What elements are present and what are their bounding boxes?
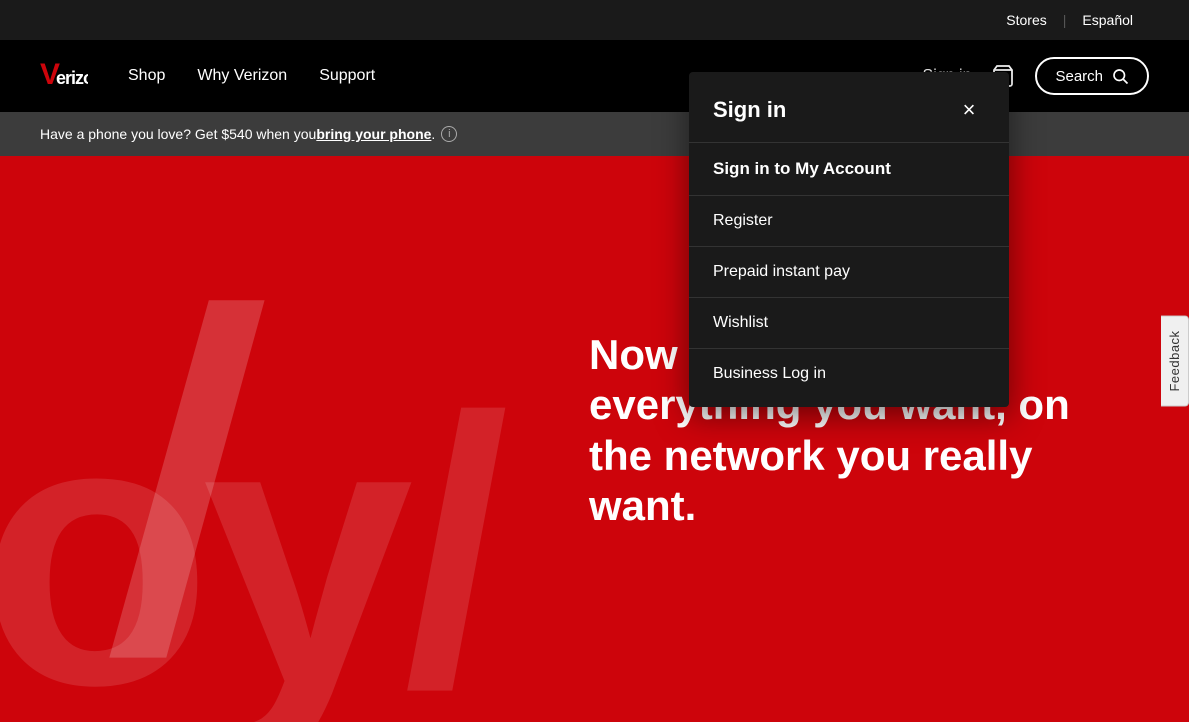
signin-close-button[interactable]: ×: [953, 94, 985, 126]
promo-link[interactable]: bring your phone: [316, 126, 431, 142]
menu-item-wishlist: Wishlist: [689, 297, 1009, 348]
feedback-tab-container: Feedback: [1161, 315, 1189, 406]
search-label: Search: [1055, 68, 1103, 85]
hero-section: oy/ / Now you can have everything you wa…: [0, 156, 1189, 722]
promo-banner: Have a phone you love? Get $540 when you…: [0, 112, 1189, 156]
prepaid-link[interactable]: Prepaid instant pay: [689, 247, 1009, 297]
register-link[interactable]: Register: [689, 196, 1009, 246]
menu-item-signin: Sign in to My Account: [689, 142, 1009, 195]
utility-bar: Stores | Español: [0, 0, 1189, 40]
signin-dropdown-header: Sign in ×: [689, 72, 1009, 142]
main-nav: V erizon Shop Why Verizon Support Sign i…: [0, 40, 1189, 112]
search-icon: [1111, 67, 1129, 85]
language-link[interactable]: Español: [1066, 12, 1149, 28]
info-icon[interactable]: i: [441, 126, 457, 142]
promo-text: Have a phone you love? Get $540 when you: [40, 126, 316, 142]
signin-dropdown: Sign in × Sign in to My Account Register…: [689, 72, 1009, 407]
shop-link[interactable]: Shop: [128, 67, 165, 85]
signin-menu: Sign in to My Account Register Prepaid i…: [689, 142, 1009, 399]
stores-link[interactable]: Stores: [990, 12, 1062, 28]
menu-item-register: Register: [689, 195, 1009, 246]
signin-my-account-link[interactable]: Sign in to My Account: [689, 143, 1009, 195]
feedback-tab[interactable]: Feedback: [1161, 315, 1189, 406]
menu-item-prepaid: Prepaid instant pay: [689, 246, 1009, 297]
menu-item-business: Business Log in: [689, 348, 1009, 399]
verizon-logo[interactable]: V erizon: [40, 56, 88, 96]
business-login-link[interactable]: Business Log in: [689, 349, 1009, 399]
signin-dropdown-title: Sign in: [713, 97, 786, 123]
svg-text:erizon: erizon: [56, 68, 88, 88]
search-button[interactable]: Search: [1035, 57, 1149, 95]
promo-period: .: [431, 126, 435, 142]
why-verizon-link[interactable]: Why Verizon: [197, 67, 287, 85]
wishlist-link[interactable]: Wishlist: [689, 298, 1009, 348]
support-link[interactable]: Support: [319, 67, 375, 85]
